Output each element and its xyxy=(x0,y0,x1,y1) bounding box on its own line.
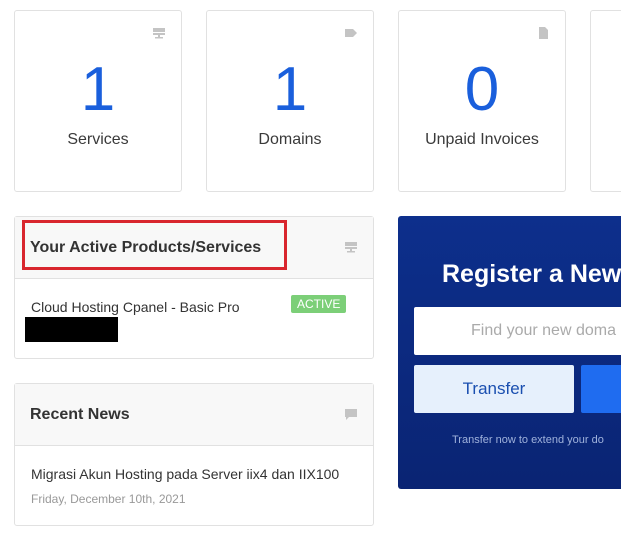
register-domain-title: Register a New xyxy=(442,260,621,288)
transfer-button[interactable]: Transfer xyxy=(414,365,574,413)
register-button[interactable] xyxy=(581,365,621,413)
comment-icon xyxy=(345,409,357,420)
recent-news-panel: Recent News Migrasi Akun Hosting pada Se… xyxy=(14,383,374,526)
stat-card-partial[interactable] xyxy=(590,10,621,192)
domains-stat-card[interactable]: 1 Domains xyxy=(206,10,374,192)
register-domain-panel: Register a New Transfer Transfer now to … xyxy=(398,216,621,489)
services-label: Services xyxy=(67,131,129,148)
client-dashboard: 1 Services 1 Domains 0 Unpaid Invoices Y… xyxy=(0,0,621,541)
recent-news-header: Recent News xyxy=(15,384,373,446)
news-title-link[interactable]: Migrasi Akun Hosting pada Server iix4 da… xyxy=(31,466,339,482)
document-icon xyxy=(539,27,548,39)
transfer-hint: Transfer now to extend your do xyxy=(452,434,604,446)
domains-label: Domains xyxy=(258,131,322,148)
active-products-header: Your Active Products/Services xyxy=(15,217,373,279)
domains-count: 1 xyxy=(272,55,308,124)
news-date: Friday, December 10th, 2021 xyxy=(31,492,186,506)
domain-search-input[interactable] xyxy=(414,307,621,355)
unpaid-invoices-stat-card[interactable]: 0 Unpaid Invoices xyxy=(398,10,566,192)
status-badge: ACTIVE xyxy=(291,295,347,313)
services-stat-card[interactable]: 1 Services xyxy=(14,10,182,192)
recent-news-title: Recent News xyxy=(30,406,130,423)
services-count: 1 xyxy=(80,55,116,124)
active-products-panel: Your Active Products/Services Cloud Host… xyxy=(14,216,374,359)
redacted-domain xyxy=(25,317,118,342)
tag-icon xyxy=(345,29,357,37)
active-products-title: Your Active Products/Services xyxy=(30,239,262,256)
server-icon xyxy=(153,28,165,39)
server-icon xyxy=(345,242,357,253)
unpaid-invoices-count: 0 xyxy=(464,55,500,124)
unpaid-invoices-label: Unpaid Invoices xyxy=(425,131,539,148)
service-name-link[interactable]: Cloud Hosting Cpanel - Basic Pro xyxy=(31,299,240,315)
